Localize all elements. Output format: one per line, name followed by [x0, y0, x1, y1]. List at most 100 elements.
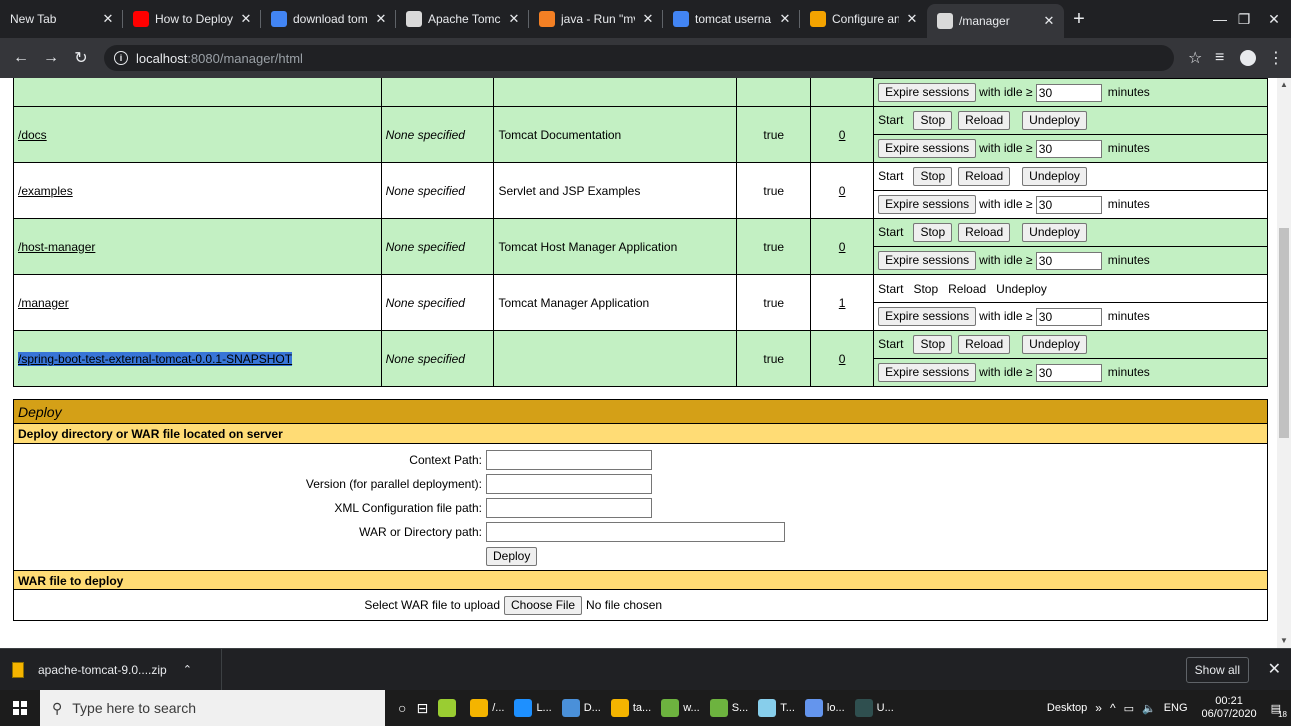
reload-button[interactable]: Reload — [958, 167, 1011, 186]
idle-minutes-input[interactable]: 30 — [1035, 139, 1102, 158]
windows-start-icon[interactable] — [0, 690, 40, 726]
xml-config-input[interactable] — [486, 498, 652, 518]
war-upload-subheader: WAR file to deploy — [14, 570, 1267, 590]
site-info-icon[interactable]: i — [114, 51, 128, 65]
stop-button[interactable]: Stop — [913, 335, 953, 354]
app-path-link[interactable]: /spring-boot-test-external-tomcat-0.0.1-… — [18, 351, 293, 366]
download-item[interactable]: apache-tomcat-9.0....zip ⌃ — [0, 648, 222, 691]
browser-tab[interactable]: New Tab ✕ — [0, 0, 123, 38]
browser-tab[interactable]: Apache Tomca ✕ — [396, 0, 529, 38]
taskbar-clock[interactable]: 00:21 06/07/2020 — [1192, 695, 1267, 721]
version-input[interactable] — [486, 474, 652, 494]
app-sessions-link[interactable]: 0 — [839, 128, 846, 142]
reload-icon[interactable]: ↻ — [66, 48, 96, 68]
taskbar-app[interactable]: L... — [509, 690, 556, 726]
expire-sessions-button[interactable]: Expire sessions — [878, 363, 977, 382]
app-path-link[interactable]: /docs — [18, 128, 47, 142]
war-dir-input[interactable] — [486, 522, 785, 542]
expire-sessions-button[interactable]: Expire sessions — [878, 139, 977, 158]
app-sessions-link[interactable]: 0 — [839, 352, 846, 366]
app-sessions-link[interactable]: 1 — [839, 296, 846, 310]
expire-sessions-button[interactable]: Expire sessions — [878, 307, 977, 326]
app-sessions-link[interactable]: 0 — [839, 184, 846, 198]
undeploy-button[interactable]: Undeploy — [1022, 223, 1087, 242]
task-view-icon[interactable]: ⊟ — [411, 690, 433, 726]
idle-minutes-input[interactable]: 30 — [1035, 307, 1102, 326]
reload-button[interactable]: Reload — [958, 111, 1011, 130]
show-hidden-icons-icon[interactable]: ^ — [1106, 701, 1120, 715]
new-tab-icon[interactable]: + — [1064, 0, 1094, 38]
scroll-up-icon[interactable]: ▲ — [1277, 78, 1291, 92]
browser-tab[interactable]: Configure and ✕ — [800, 0, 927, 38]
forward-arrow-icon[interactable]: → — [36, 49, 66, 67]
undeploy-button[interactable]: Undeploy — [1022, 335, 1087, 354]
taskbar-app[interactable] — [433, 690, 465, 726]
close-window-icon[interactable]: ✕ — [1252, 0, 1291, 38]
media-queue-icon[interactable]: ≡ — [1215, 38, 1224, 78]
stop-button[interactable]: Stop — [913, 223, 953, 242]
context-path-input[interactable] — [486, 450, 652, 470]
taskbar-app[interactable]: S... — [705, 690, 754, 726]
browser-tab[interactable]: /manager ✕ — [927, 4, 1064, 38]
browser-tab[interactable]: How to Deploy ✕ — [123, 0, 261, 38]
clock-date: 06/07/2020 — [1201, 708, 1257, 720]
expire-sessions-button[interactable]: Expire sessions — [878, 195, 977, 214]
close-tab-icon[interactable]: ✕ — [507, 11, 521, 27]
idle-minutes-input[interactable]: 30 — [1035, 251, 1102, 270]
url-path: :8080/manager/html — [187, 50, 303, 66]
address-bar[interactable]: i localhost:8080/manager/html — [104, 45, 1174, 71]
close-tab-icon[interactable]: ✕ — [641, 11, 655, 27]
taskbar-app[interactable]: ta... — [606, 690, 656, 726]
browser-tab[interactable]: java - Run "mv ✕ — [529, 0, 663, 38]
deploy-button[interactable]: Deploy — [486, 546, 538, 566]
close-download-shelf-icon[interactable]: ✕ — [1268, 659, 1281, 679]
input-language[interactable]: ENG — [1160, 702, 1192, 714]
chevron-up-icon[interactable]: ⌃ — [183, 663, 192, 676]
undeploy-button[interactable]: Undeploy — [1022, 167, 1087, 186]
scrollbar-thumb[interactable] — [1279, 228, 1289, 438]
undeploy-button[interactable]: Undeploy — [1022, 111, 1087, 130]
app-path-link[interactable]: /host-manager — [18, 240, 95, 254]
volume-icon[interactable]: 🔈 — [1138, 702, 1160, 715]
close-tab-icon[interactable]: ✕ — [778, 11, 792, 27]
close-tab-icon[interactable]: ✕ — [239, 11, 253, 27]
close-tab-icon[interactable]: ✕ — [905, 11, 919, 27]
stop-button[interactable]: Stop — [913, 167, 953, 186]
back-arrow-icon[interactable]: ← — [6, 49, 36, 67]
browser-tab[interactable]: download tom ✕ — [261, 0, 396, 38]
page-scrollbar[interactable]: ▲ ▼ — [1277, 78, 1291, 648]
desktop-toolbar-label[interactable]: Desktop — [1043, 702, 1091, 714]
taskbar-app[interactable]: T... — [753, 690, 800, 726]
profile-avatar-icon[interactable] — [1240, 38, 1256, 78]
app-sessions-link[interactable]: 0 — [839, 240, 846, 254]
network-icon[interactable]: ▭ — [1120, 702, 1138, 715]
browser-tab[interactable]: tomcat userna ✕ — [663, 0, 800, 38]
scroll-down-icon[interactable]: ▼ — [1277, 634, 1291, 648]
taskbar-app[interactable]: w... — [656, 690, 705, 726]
close-tab-icon[interactable]: ✕ — [1042, 13, 1056, 29]
app-path-link[interactable]: /manager — [18, 296, 69, 310]
app-path-link[interactable]: /examples — [18, 184, 73, 198]
browser-menu-icon[interactable]: ⋮ — [1268, 38, 1284, 78]
action-center-icon[interactable]: ▤ 18 — [1267, 702, 1291, 719]
taskbar-search-box[interactable]: ⚲ Type here to search — [40, 690, 385, 726]
close-tab-icon[interactable]: ✕ — [101, 11, 115, 27]
bookmark-star-icon[interactable]: ☆ — [1188, 38, 1202, 78]
taskbar-app[interactable]: lo... — [800, 690, 850, 726]
chevron-double-right-icon[interactable]: » — [1091, 701, 1106, 715]
expire-sessions-button[interactable]: Expire sessions — [878, 251, 977, 270]
reload-button[interactable]: Reload — [958, 335, 1011, 354]
expire-sessions-button[interactable]: Expire sessions — [878, 83, 977, 102]
stop-button[interactable]: Stop — [913, 111, 953, 130]
reload-button[interactable]: Reload — [958, 223, 1011, 242]
cortana-icon[interactable]: ○ — [393, 690, 411, 726]
idle-minutes-input[interactable]: 30 — [1035, 83, 1102, 102]
choose-file-button[interactable]: Choose File — [504, 595, 583, 615]
taskbar-app[interactable]: D... — [557, 690, 606, 726]
idle-minutes-input[interactable]: 30 — [1035, 195, 1102, 214]
idle-minutes-input[interactable]: 30 — [1035, 363, 1102, 382]
show-all-downloads-button[interactable]: Show all — [1185, 657, 1249, 683]
taskbar-app[interactable]: U... — [850, 690, 899, 726]
close-tab-icon[interactable]: ✕ — [374, 11, 388, 27]
taskbar-app[interactable]: /... — [465, 690, 509, 726]
